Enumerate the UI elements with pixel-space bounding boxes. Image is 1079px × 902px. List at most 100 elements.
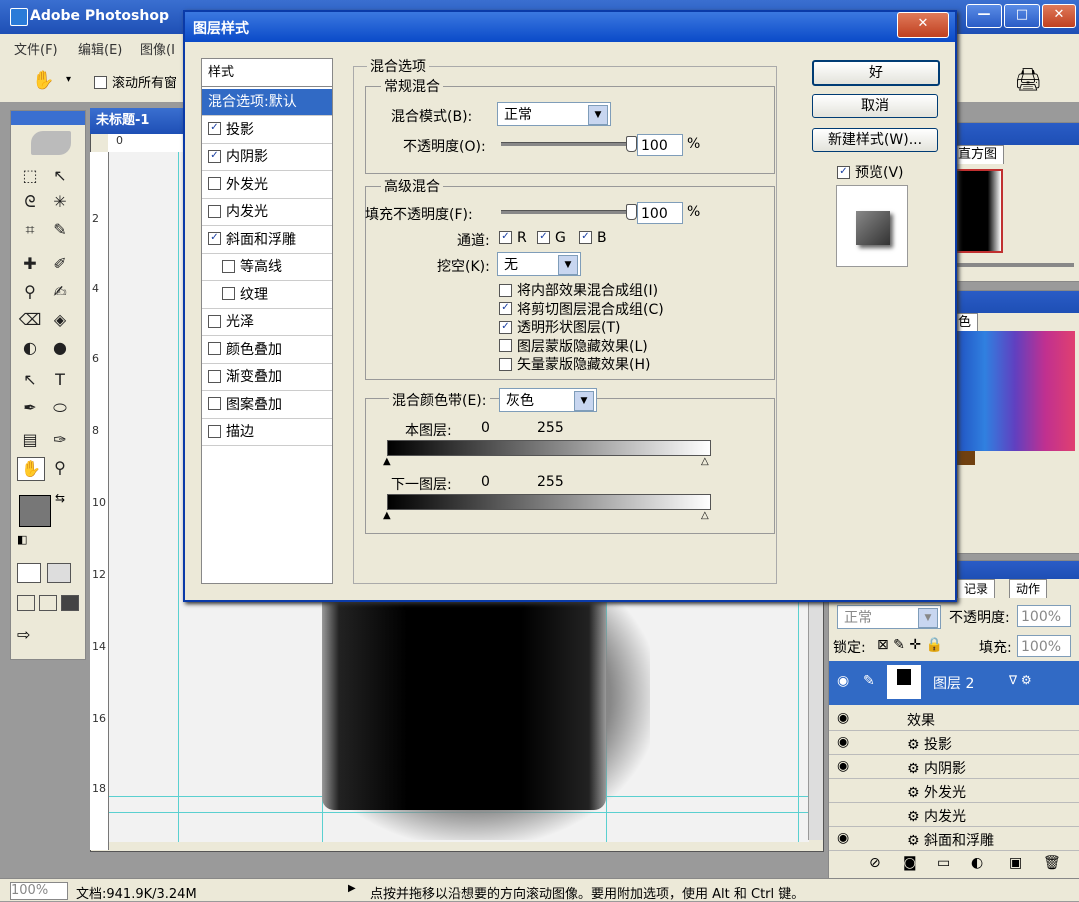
this-layer-black-slider[interactable]: ▲ — [383, 456, 391, 467]
style-item[interactable]: 等高线 — [202, 254, 332, 281]
add-style-icon[interactable]: ⊘ — [869, 855, 881, 871]
effect-row[interactable]: ⚙ 内发光 — [829, 803, 1079, 827]
swatch-grid[interactable] — [955, 331, 1075, 451]
swap-colors-icon[interactable]: ⇆ — [55, 491, 65, 505]
screen-mode-standard-button[interactable] — [17, 595, 35, 611]
new-set-icon[interactable]: ▭ — [937, 855, 950, 871]
brush-tool-icon[interactable]: ✐ — [47, 253, 73, 275]
guide-line[interactable] — [178, 152, 179, 842]
style-item[interactable]: 颜色叠加 — [202, 337, 332, 364]
checkbox-icon[interactable] — [222, 259, 235, 273]
add-mask-icon[interactable]: ◙ — [903, 855, 917, 871]
menu-file[interactable]: 文件(F) — [14, 39, 58, 58]
magic-wand-tool-icon[interactable]: ✳ — [47, 191, 73, 213]
channel-b-checkbox[interactable]: ✓ B — [579, 230, 607, 246]
channel-r-checkbox[interactable]: ✓ R — [499, 230, 527, 246]
pen-tool-icon[interactable]: ✒ — [17, 397, 43, 419]
checkbox-icon[interactable] — [208, 424, 221, 438]
fill-opacity-field[interactable]: 100 — [637, 202, 683, 224]
layer-shape[interactable] — [322, 598, 606, 810]
layer-opacity-field[interactable]: 100% — [1017, 605, 1071, 627]
app-close-button[interactable]: ✕ — [1042, 4, 1076, 28]
crop-tool-icon[interactable]: ⌗ — [17, 219, 43, 241]
advanced-option-checkbox[interactable]: 将内部效果混合成组(I) — [499, 280, 658, 300]
style-item[interactable]: 光泽 — [202, 309, 332, 336]
tool-preset-arrow-icon[interactable]: ▾ — [66, 74, 71, 85]
notes-tool-icon[interactable]: ▤ — [17, 429, 43, 451]
zoom-tool-icon[interactable]: ⚲ — [47, 457, 73, 479]
eye-icon[interactable]: ◉ — [837, 758, 849, 774]
blend-if-select[interactable]: 灰色 ▼ — [499, 388, 597, 412]
style-item[interactable]: ✓ 内阴影 — [202, 144, 332, 171]
panel-titlebar[interactable] — [941, 123, 1079, 145]
clone-stamp-tool-icon[interactable]: ⚲ — [17, 281, 43, 303]
zoom-level-field[interactable]: 100% — [10, 882, 68, 900]
swatch-brown[interactable] — [955, 451, 975, 465]
paint-bucket-tool-icon[interactable]: ◈ — [47, 309, 73, 331]
advanced-option-checkbox[interactable]: ✓ 透明形状图层(T) — [499, 317, 620, 337]
eye-icon[interactable]: ◉ — [837, 710, 849, 726]
checkbox-icon[interactable]: ✓ — [208, 149, 221, 163]
document-title[interactable]: 未标题-1 — [90, 108, 196, 134]
standard-mode-button[interactable] — [17, 563, 41, 583]
underlying-black-slider[interactable]: ▲ — [383, 510, 391, 521]
advanced-option-checkbox[interactable]: ✓ 将剪切图层混合成组(C) — [499, 299, 664, 319]
effect-row[interactable]: ◉ ⚙ 投影 — [829, 731, 1079, 755]
lasso-tool-icon[interactable]: ᘓ — [17, 191, 43, 213]
checkbox-icon[interactable] — [208, 397, 221, 410]
screen-mode-full-button[interactable] — [61, 595, 79, 611]
checkbox-icon[interactable] — [208, 342, 221, 355]
menu-edit[interactable]: 编辑(E) — [78, 39, 122, 58]
style-item[interactable]: ✓ 斜面和浮雕 — [202, 227, 332, 254]
channel-g-checkbox[interactable]: ✓ G — [537, 230, 566, 246]
tab-history[interactable]: 记录 — [957, 579, 996, 598]
feather-logo-icon[interactable] — [31, 131, 71, 155]
brush-link-icon[interactable]: ✎ — [863, 673, 875, 689]
style-item[interactable]: 图案叠加 — [202, 392, 332, 419]
this-layer-white-slider[interactable]: △ — [701, 456, 709, 467]
status-menu-arrow-icon[interactable]: ▶ — [348, 883, 356, 894]
layer-row-selected[interactable]: ◉ ✎ 图层 2 ∇ ⚙ — [829, 661, 1079, 705]
menu-image[interactable]: 图像(I — [140, 39, 175, 58]
effect-row[interactable]: ◉ ⚙ 内阴影 — [829, 755, 1079, 779]
style-item[interactable]: 描边 — [202, 419, 332, 446]
screen-mode-full-menu-button[interactable] — [39, 595, 57, 611]
cancel-button[interactable]: 取消 — [812, 94, 938, 118]
advanced-option-checkbox[interactable]: 矢量蒙版隐藏效果(H) — [499, 354, 650, 374]
ellipse-tool-icon[interactable]: ⬭ — [47, 397, 73, 419]
blur-tool-icon[interactable]: ◐ — [17, 337, 43, 359]
opacity-slider[interactable] — [501, 142, 631, 146]
healing-brush-tool-icon[interactable]: ✚ — [17, 253, 43, 275]
advanced-option-checkbox[interactable]: 图层蒙版隐藏效果(L) — [499, 336, 648, 356]
blend-mode-select[interactable]: 正常 ▼ — [497, 102, 611, 126]
effect-row[interactable]: ⚙ 外发光 — [829, 779, 1079, 803]
type-tool-icon[interactable]: T — [47, 369, 73, 391]
fx-icon[interactable]: ∇ ⚙ — [1009, 673, 1032, 687]
new-layer-icon[interactable]: ▣ — [1009, 855, 1022, 871]
checkbox-icon[interactable]: ✓ — [208, 122, 221, 135]
eye-icon[interactable]: ◉ — [837, 830, 849, 846]
scroll-all-checkbox[interactable]: 滚动所有窗 — [94, 72, 177, 91]
style-item[interactable]: ✓ 投影 — [202, 117, 332, 144]
style-item[interactable]: 混合选项:默认 — [202, 89, 332, 116]
style-item[interactable]: 纹理 — [202, 282, 332, 309]
checkbox-icon[interactable] — [208, 177, 221, 190]
styles-header[interactable]: 样式 — [202, 59, 332, 87]
fill-opacity-slider-knob[interactable] — [626, 204, 637, 220]
history-brush-tool-icon[interactable]: ✍ — [47, 281, 73, 303]
document-scrollbar[interactable] — [808, 600, 823, 840]
slice-tool-icon[interactable]: ✎ — [47, 219, 73, 241]
dialog-close-button[interactable]: ✕ — [897, 12, 949, 38]
tab-actions[interactable]: 动作 — [1009, 579, 1048, 598]
eye-icon[interactable]: ◉ — [837, 734, 849, 750]
preview-checkbox[interactable]: ✓ 预览(V) — [837, 162, 904, 182]
opacity-field[interactable]: 100 — [637, 134, 683, 156]
navigator-thumbnail[interactable] — [955, 169, 1003, 253]
ok-button[interactable]: 好 — [812, 60, 940, 86]
minimize-button[interactable]: — — [966, 4, 1002, 28]
checkbox-icon[interactable] — [208, 314, 221, 328]
foreground-color-swatch[interactable] — [19, 495, 51, 527]
lock-icons[interactable]: ⊠ ✎ ✛ 🔒 — [877, 637, 943, 653]
dialog-titlebar[interactable]: 图层样式 ✕ — [185, 12, 955, 42]
maximize-button[interactable]: □ — [1004, 4, 1040, 28]
